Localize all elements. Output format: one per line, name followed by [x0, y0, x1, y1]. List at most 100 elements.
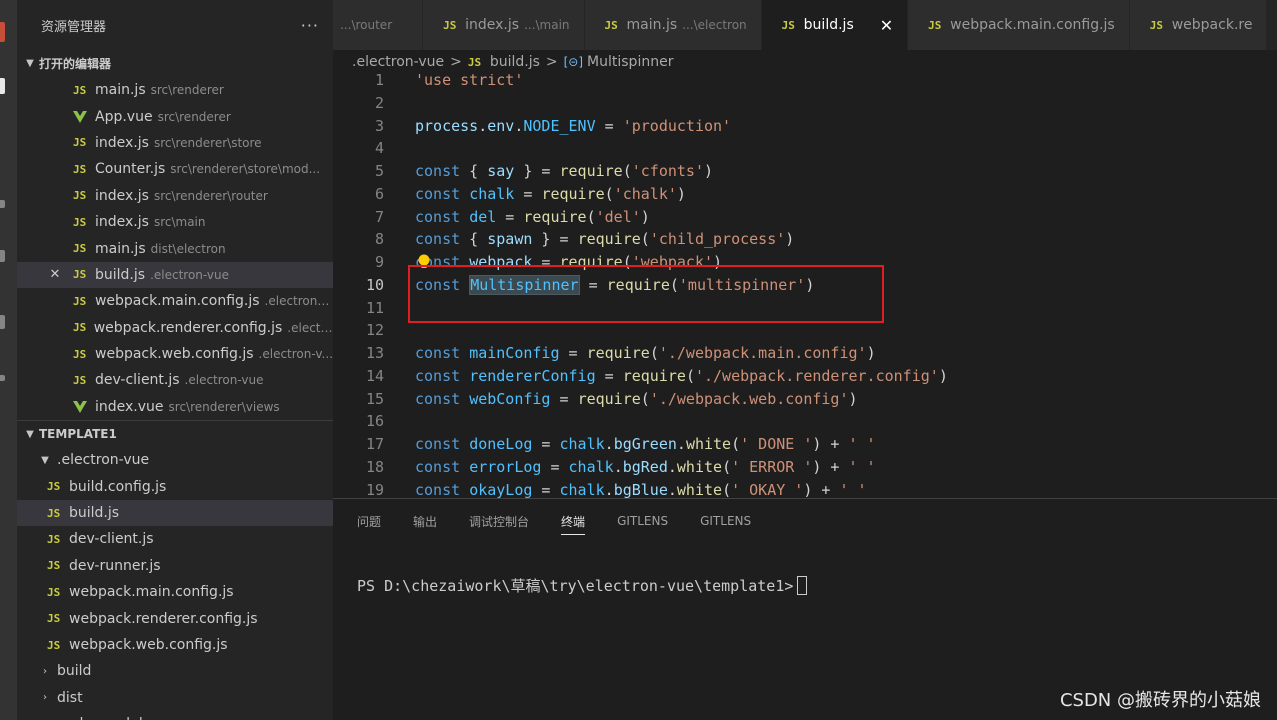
code-line[interactable]: 6 const chalk = require('chalk')	[333, 183, 1277, 205]
code-line[interactable]: 5 const { say } = require('cfonts')	[333, 160, 1277, 182]
file-path: src\renderer\views	[168, 399, 280, 414]
workspace-folder[interactable]: › build	[17, 658, 333, 684]
code-line[interactable]: 18 const errorLog = chalk.bgRed.white(' E…	[333, 456, 1277, 478]
open-editor-item[interactable]: JS index.js src\renderer\router	[17, 183, 333, 209]
code-token: (	[685, 366, 695, 385]
line-number: 7	[374, 207, 384, 226]
code-line[interactable]: 16	[333, 410, 1277, 432]
panel-tab[interactable]: 问题	[357, 499, 381, 543]
js-file-icon: JS	[781, 18, 795, 32]
editor-tab[interactable]: ...\router	[333, 0, 424, 50]
code-line[interactable]: 17 const doneLog = chalk.bgGreen.white(' …	[333, 433, 1277, 455]
code-line[interactable]: 13 const mainConfig = require('./webpack.…	[333, 342, 1277, 364]
open-editor-item[interactable]: JS index.js src\renderer\store	[17, 130, 333, 156]
open-editor-item[interactable]: JS webpack.web.config.js .electron-v...	[17, 341, 333, 367]
editor-tab[interactable]: JS main.js ...\electron	[584, 0, 762, 50]
chevron-right-icon: >	[545, 54, 558, 70]
code-line[interactable]: 3 process.env.NODE_ENV = 'production'	[333, 115, 1277, 137]
open-editor-item[interactable]: JS main.js src\renderer	[17, 77, 333, 103]
js-file-icon: JS	[928, 18, 942, 32]
editor-tab[interactable]: JS index.js ...\main	[423, 0, 585, 50]
line-number: 4	[374, 139, 384, 158]
workspace-folder[interactable]: ›node_modules	[17, 711, 333, 720]
panel-tab[interactable]: GITLENS	[700, 499, 751, 543]
open-editor-item[interactable]: JS dev-client.js .electron-vue	[17, 367, 333, 393]
code-line[interactable]: 15 const webConfig = require('./webpack.w…	[333, 388, 1277, 410]
panel-tab[interactable]: 调试控制台	[469, 499, 529, 543]
panel-tab[interactable]: 输出	[413, 499, 437, 543]
terminal-prompt: PS D:\chezaiwork\草稿\try\electron-vue\tem…	[357, 577, 794, 595]
file-path: .electron-vue	[150, 267, 229, 282]
workspace-file[interactable]: JS webpack.web.config.js	[17, 632, 333, 658]
workspace-file[interactable]: JS dev-client.js	[17, 526, 333, 552]
breadcrumb-file[interactable]: build.js	[490, 54, 540, 70]
panel-tab[interactable]: 终端	[561, 499, 586, 543]
code-editor[interactable]: 19 const okayLog = chalk.bgBlue.white(' O…	[333, 74, 1277, 498]
folder-row[interactable]: ▼ .electron-vue	[17, 447, 333, 473]
open-editor-item[interactable]: JS Counter.js src\renderer\store\mod...	[17, 156, 333, 182]
workspace-file[interactable]: JS build.config.js	[17, 473, 333, 499]
code-token: mainConfig	[469, 344, 560, 362]
workspace-file[interactable]: JS webpack.main.config.js	[17, 579, 333, 605]
code-text: const okayLog = chalk.bgBlue.white(' OKA…	[415, 479, 867, 499]
close-icon[interactable]: ✕	[880, 16, 893, 35]
file-path: src\renderer\store	[153, 135, 262, 150]
open-editor-item[interactable]: index.vue src\renderer\views	[17, 394, 333, 420]
file-name: index.js	[95, 214, 149, 231]
workspace-file[interactable]: JS webpack.renderer.config.js	[17, 605, 333, 631]
file-name: App.vue	[95, 108, 153, 125]
breadcrumb-symbol[interactable]: Multispinner	[587, 54, 673, 70]
code-token: errorLog	[469, 457, 542, 476]
code-token: )	[785, 230, 795, 249]
open-editors-header[interactable]: ▼ 打开的编辑器	[17, 50, 333, 77]
js-file-icon: JS	[47, 612, 61, 626]
code-line[interactable]: 1 'use strict'	[333, 74, 1277, 91]
file-name: Counter.js	[95, 161, 166, 178]
open-editor-item[interactable]: ✕ JS build.js .electron-vue	[17, 261, 333, 289]
close-icon[interactable]: ✕	[45, 267, 65, 282]
open-editor-item[interactable]: JS main.js dist\electron	[17, 235, 333, 261]
editor-tab[interactable]: JS build.js ✕	[761, 0, 909, 50]
workspace-file[interactable]: JS dev-runner.js	[17, 553, 333, 579]
breadcrumb-folder[interactable]: .electron-vue	[352, 54, 444, 70]
code-token: require	[523, 207, 587, 226]
file-path: .electr...	[287, 320, 333, 335]
more-actions-icon[interactable]: ···	[301, 16, 319, 35]
panel-tab[interactable]: GITLENS	[617, 499, 668, 543]
workspace-header[interactable]: ▼ TEMPLATE1	[17, 420, 333, 447]
editor-tab[interactable]: JS webpack.re	[1129, 0, 1268, 50]
tab-path: ...\main	[524, 18, 570, 32]
activity-indicator	[0, 78, 5, 94]
explorer-sidebar: 资源管理器 ··· ▼ 打开的编辑器 JS main.js src\renderer…	[17, 0, 333, 720]
code-token: bgGreen	[613, 435, 677, 453]
open-editor-item[interactable]: JS index.js src\main	[17, 209, 333, 235]
workspace-file[interactable]: JS build.js	[17, 499, 333, 527]
code-line[interactable]: 8 const { spawn } = require('child_proces…	[333, 228, 1277, 250]
code-line[interactable]: 7 const del = require('del')	[333, 206, 1277, 228]
tab-label: build.js	[803, 17, 854, 33]
code-token: chalk	[568, 457, 614, 476]
open-editor-item[interactable]: JS webpack.main.config.js .electron-...	[17, 288, 333, 314]
open-editor-item[interactable]: App.vue src\renderer	[17, 103, 333, 129]
file-path: src\main	[153, 215, 206, 230]
file-name: webpack.web.config.js	[95, 346, 254, 363]
workspace-folder[interactable]: › dist	[17, 685, 333, 711]
line-number: 14	[365, 366, 384, 385]
code-token: =	[532, 435, 560, 453]
chevron-down-icon: ▼	[26, 428, 34, 440]
activity-indicator	[0, 315, 5, 329]
code-token: (	[622, 162, 632, 180]
code-line[interactable]: 14 const rendererConfig = require('./webp…	[333, 365, 1277, 387]
activity-bar[interactable]	[0, 0, 17, 720]
code-line[interactable]: 2	[333, 92, 1277, 114]
terminal[interactable]: PS D:\chezaiwork\草稿\try\electron-vue\tem…	[357, 575, 808, 596]
open-editor-item[interactable]: JS webpack.renderer.config.js .electr...	[17, 315, 333, 341]
line-number: 9	[374, 253, 384, 271]
code-line[interactable]: 19 const okayLog = chalk.bgBlue.white(' O…	[333, 479, 1277, 499]
editor-tab[interactable]: JS webpack.main.config.js	[908, 0, 1130, 50]
code-line[interactable]: 4	[333, 137, 1277, 159]
code-token: './webpack.main.config'	[658, 344, 867, 362]
line-number: 11	[365, 298, 384, 317]
code-token: white	[676, 457, 723, 476]
